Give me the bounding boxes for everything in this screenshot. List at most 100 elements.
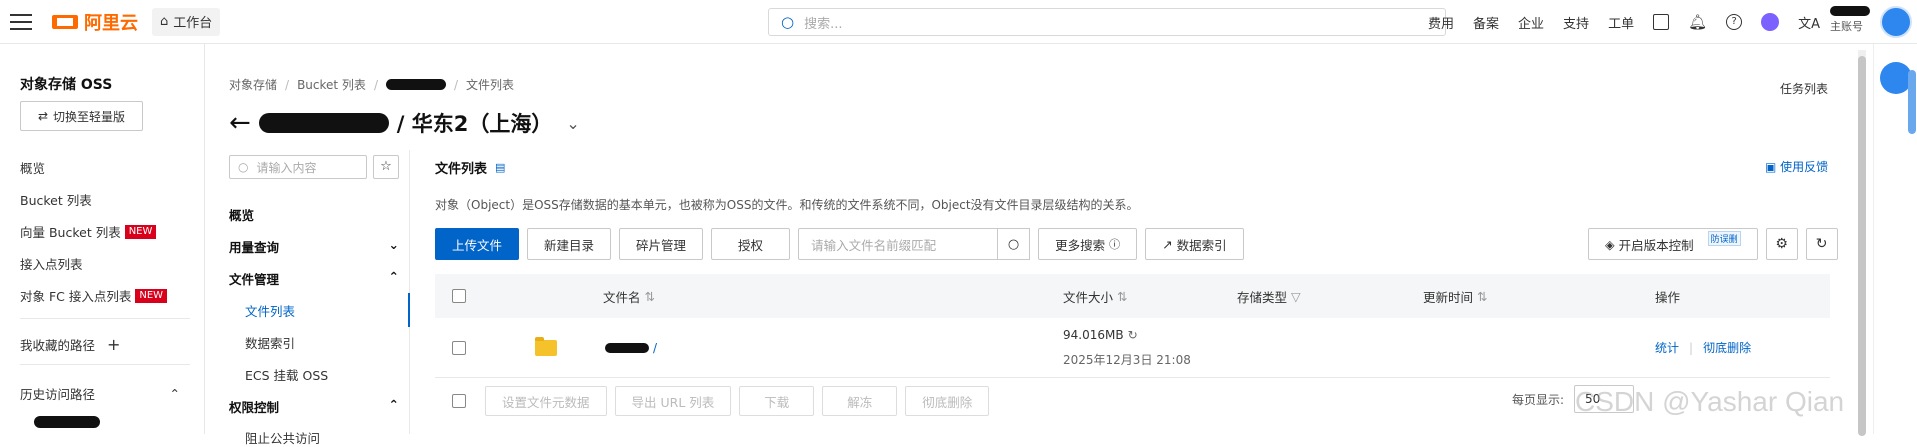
data-index-button[interactable]: ↗ 数据索引 — [1145, 228, 1244, 260]
sidebar-item-label: 概览 — [20, 161, 46, 176]
scrollbar-thumb[interactable] — [1858, 56, 1866, 436]
breadcrumb-bucket-list[interactable]: Bucket 列表 — [297, 76, 366, 93]
export-url-button[interactable]: 导出 URL 列表 — [614, 386, 732, 416]
ai-assistant-icon[interactable] — [1761, 13, 1780, 31]
feedback-icon: ▣ — [1765, 160, 1777, 174]
nav-ecs-mount[interactable]: ECS 挂载 OSS — [245, 365, 399, 384]
header-storage-type[interactable]: 存储类型 ▽ — [1237, 287, 1301, 306]
nav-file-list[interactable]: 文件列表 — [245, 301, 399, 320]
nav-block-public[interactable]: 阻止公共访问 — [245, 428, 399, 447]
delete-link[interactable]: 彻底删除 — [1703, 339, 1751, 356]
add-icon[interactable]: + — [107, 335, 120, 354]
nav-support[interactable]: 支持 — [1563, 13, 1589, 32]
account-type-label: 主账号 — [1830, 20, 1863, 33]
nav-file-management[interactable]: 文件管理 ⌃ — [229, 269, 399, 288]
file-name-link[interactable]: / — [605, 341, 657, 355]
header-size[interactable]: 文件大小 ⇅ — [1063, 287, 1128, 306]
section-title: 文件列表 ▤ — [435, 158, 505, 177]
bulk-delete-button[interactable]: 彻底删除 — [905, 386, 990, 416]
nav-icp[interactable]: 备案 — [1473, 13, 1499, 32]
aliyun-logo[interactable]: 阿里云 — [52, 9, 138, 35]
top-navigation-bar: 阿里云 ⌂ 工作台 ○ 搜索... 费用 备案 企业 支持 工单 🔔︎ ? 文A… — [0, 0, 1917, 44]
breadcrumb-bucket-redacted[interactable] — [385, 79, 446, 90]
breadcrumb-oss[interactable]: 对象存储 — [229, 76, 277, 93]
help-icon[interactable]: ? — [1726, 14, 1743, 30]
select-all-checkbox[interactable] — [452, 289, 466, 303]
authorize-button[interactable]: 授权 — [711, 228, 791, 260]
enable-versioning-button[interactable]: ◈ 开启版本控制 防误删 — [1588, 228, 1758, 260]
nav-label: 概览 — [229, 208, 255, 223]
set-metadata-button[interactable]: 设置文件元数据 — [485, 386, 607, 416]
sidebar-item-vector-bucket[interactable]: 向量 Bucket 列表 NEW — [20, 222, 157, 241]
avatar[interactable] — [1880, 6, 1912, 38]
fragment-management-button[interactable]: 碎片管理 — [619, 228, 704, 260]
toolbar-right: ◈ 开启版本控制 防误删 ⚙ ↻ — [1588, 228, 1838, 260]
assistant-scroll-handle[interactable] — [1908, 70, 1916, 134]
language-icon[interactable]: 文A — [1798, 13, 1820, 32]
sidebar-item-bucket-list[interactable]: Bucket 列表 — [20, 190, 92, 209]
global-search-input[interactable]: ○ 搜索... — [768, 8, 1446, 36]
header-updated[interactable]: 更新时间 ⇅ — [1423, 287, 1488, 306]
refresh-icon[interactable]: ↻ — [1805, 228, 1838, 260]
watermark: CSDN @Yashar Qian — [1575, 386, 1845, 417]
switch-lite-label: 切换至轻量版 — [53, 109, 126, 124]
bucket-nav-search-input[interactable]: ○ 请输入内容 — [229, 155, 367, 179]
menu-icon[interactable] — [10, 13, 32, 30]
nav-data-index[interactable]: 数据索引 — [245, 333, 399, 352]
sidebar-item-access-points[interactable]: 接入点列表 — [20, 254, 83, 273]
nav-usage[interactable]: 用量查询 ⌄ — [229, 237, 399, 256]
help-icon: ⓘ — [1109, 238, 1121, 251]
stats-link[interactable]: 统计 — [1655, 339, 1679, 356]
workspace-button[interactable]: ⌂ 工作台 — [152, 7, 221, 36]
breadcrumb-separator: / — [285, 77, 290, 92]
new-directory-button[interactable]: 新建目录 — [527, 228, 612, 260]
row-checkbox[interactable] — [452, 341, 466, 355]
settings-icon[interactable]: ⚙ — [1765, 228, 1798, 260]
download-button[interactable]: 下载 — [739, 386, 815, 416]
breadcrumb-file-list: 文件列表 — [466, 78, 515, 92]
task-list-link[interactable]: 任务列表 — [1780, 80, 1828, 97]
bell-icon[interactable]: 🔔︎ — [1688, 13, 1707, 31]
chevron-down-icon: ⌄ — [388, 237, 399, 252]
terminal-icon[interactable] — [1653, 14, 1670, 30]
nav-label: 数据索引 — [245, 336, 296, 351]
back-arrow-icon[interactable]: ← — [229, 108, 251, 138]
feedback-label: 使用反馈 — [1780, 160, 1829, 174]
file-prefix-search-input[interactable]: 请输入文件名前缀匹配 — [798, 228, 999, 260]
data-index-label: 数据索引 — [1176, 237, 1227, 253]
bucket-region: / 华东2（上海） — [396, 112, 553, 136]
filter-icon: ▽ — [1291, 288, 1301, 304]
upload-file-button[interactable]: 上传文件 — [435, 228, 520, 260]
nav-overview[interactable]: 概览 — [229, 205, 399, 224]
nav-ticket[interactable]: 工单 — [1608, 13, 1634, 32]
star-icon[interactable]: ☆ — [373, 155, 399, 179]
history-path-redacted[interactable] — [34, 416, 100, 428]
feedback-link[interactable]: ▣ 使用反馈 — [1765, 158, 1828, 175]
refresh-icon[interactable]: ↻ — [1128, 328, 1138, 342]
sidebar-item-overview[interactable]: 概览 — [20, 158, 45, 177]
updated-time: 2025年12月3日 21:08 — [1063, 353, 1191, 367]
search-icon[interactable]: ○ — [998, 228, 1031, 260]
file-toolbar: 上传文件 新建目录 碎片管理 授权 请输入文件名前缀匹配 ○ 更多搜索 ⓘ ↗ … — [435, 228, 1244, 260]
versioning-label: 开启版本控制 — [1618, 237, 1694, 253]
chevron-down-icon[interactable]: ⌄ — [566, 114, 579, 133]
bulk-select-checkbox[interactable] — [452, 394, 466, 408]
header-filename[interactable]: 文件名 ⇅ — [603, 287, 655, 306]
bucket-nav-panel: ○ 请输入内容 ☆ 概览 用量查询 ⌄ 文件管理 ⌃ 文件列表 数据索引 ECS 挂… — [205, 150, 410, 446]
nav-billing[interactable]: 费用 — [1428, 13, 1454, 32]
sidebar-item-fc-access-points[interactable]: 对象 FC 接入点列表 NEW — [20, 286, 168, 305]
clipboard-icon[interactable]: ▤ — [495, 161, 505, 174]
nav-access-control[interactable]: 权限控制 ⌃ — [229, 397, 399, 416]
bucket-name-redacted — [258, 113, 389, 133]
nav-enterprise[interactable]: 企业 — [1518, 13, 1544, 32]
logo-text: 阿里云 — [84, 12, 138, 34]
unfreeze-button[interactable]: 解冻 — [822, 386, 898, 416]
nav-label: 用量查询 — [229, 240, 280, 255]
sidebar-item-history[interactable]: 历史访问路径 ⌃ — [20, 384, 180, 403]
account-area[interactable]: 主账号 — [1830, 6, 1870, 34]
breadcrumb-separator: / — [373, 77, 378, 92]
more-search-button[interactable]: 更多搜索 ⓘ — [1038, 228, 1138, 260]
sidebar-item-favorites[interactable]: 我收藏的路径 + — [20, 335, 190, 354]
layers-icon: ◈ — [1605, 236, 1615, 252]
switch-lite-button[interactable]: ⇄ 切换至轻量版 — [20, 101, 143, 131]
